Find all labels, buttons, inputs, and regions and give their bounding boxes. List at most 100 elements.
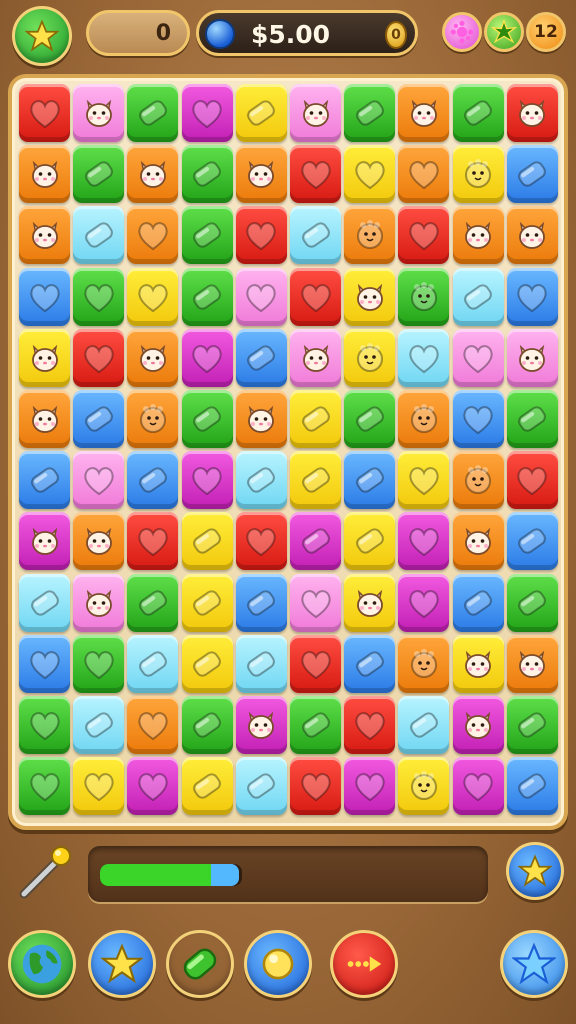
tile-green-gem[interactable] (181, 206, 233, 265)
globe-powerup-button[interactable] (8, 930, 76, 998)
tile-yellow-gem[interactable] (181, 757, 233, 816)
tile-red-heart[interactable] (235, 206, 287, 265)
tile-green-heart[interactable] (73, 267, 125, 326)
level-badge[interactable]: 12 (526, 12, 566, 52)
tile-pink-heart[interactable] (235, 267, 287, 326)
tile-yellow-cat[interactable] (344, 573, 396, 632)
tile-cyan-gem[interactable] (290, 206, 341, 265)
tile-blue-gem[interactable] (506, 512, 558, 571)
tile-orange-heart[interactable] (398, 145, 450, 204)
tile-cyan-gem[interactable] (127, 634, 179, 693)
gold-orb-powerup-button[interactable] (244, 930, 312, 998)
tile-cyan-gem[interactable] (452, 267, 504, 326)
tile-cyan-gem[interactable] (398, 696, 450, 754)
tile-yellow-cat[interactable] (344, 267, 396, 326)
tile-green-gem[interactable] (290, 696, 341, 754)
tile-blue-gem[interactable] (235, 328, 287, 387)
tile-green-gem[interactable] (181, 267, 233, 326)
tile-orange-chick[interactable] (344, 206, 396, 265)
tile-pink-cat[interactable] (290, 328, 341, 387)
tile-magenta-cat[interactable] (235, 696, 287, 754)
tile-cyan-gem[interactable] (235, 634, 287, 693)
bonus-star-button[interactable] (506, 842, 564, 900)
tile-orange-cat[interactable] (506, 634, 558, 693)
tile-cyan-gem[interactable] (19, 573, 70, 632)
tile-green-gem[interactable] (127, 573, 179, 632)
tile-yellow-gem[interactable] (290, 390, 341, 448)
tile-pink-cat[interactable] (290, 84, 341, 142)
tile-orange-heart[interactable] (127, 206, 179, 265)
big-star-powerup-button[interactable] (500, 930, 568, 998)
tile-orange-cat[interactable] (73, 512, 125, 571)
tile-magenta-heart[interactable] (452, 757, 504, 816)
tile-blue-heart[interactable] (452, 390, 504, 448)
tile-pink-heart[interactable] (73, 451, 125, 510)
tile-yellow-heart[interactable] (73, 757, 125, 816)
tile-green-gem[interactable] (506, 696, 558, 754)
tile-yellow-gem[interactable] (344, 512, 396, 571)
tile-orange-heart[interactable] (127, 696, 179, 754)
tile-pink-heart[interactable] (452, 328, 504, 387)
tile-blue-heart[interactable] (19, 634, 70, 693)
tile-red-heart[interactable] (398, 206, 450, 265)
tile-orange-chick[interactable] (398, 634, 450, 693)
tile-yellow-gem[interactable] (181, 573, 233, 632)
tile-green-gem[interactable] (127, 84, 179, 142)
tile-pink-cat[interactable] (506, 328, 558, 387)
tile-blue-gem[interactable] (73, 390, 125, 448)
tile-magenta-heart[interactable] (181, 328, 233, 387)
tile-orange-cat[interactable] (452, 512, 504, 571)
tile-pink-cat[interactable] (73, 84, 125, 142)
tile-orange-cat[interactable] (19, 206, 70, 265)
favorites-star-button[interactable] (12, 6, 72, 66)
tile-orange-cat[interactable] (235, 145, 287, 204)
tile-magenta-heart[interactable] (181, 84, 233, 142)
tile-green-heart[interactable] (19, 757, 70, 816)
tile-blue-gem[interactable] (344, 451, 396, 510)
tile-green-heart[interactable] (73, 634, 125, 693)
rocket-powerup-button[interactable] (330, 930, 398, 998)
tile-orange-chick[interactable] (127, 390, 179, 448)
tile-orange-cat[interactable] (398, 84, 450, 142)
tile-red-heart[interactable] (290, 267, 341, 326)
tile-green-gem[interactable] (181, 696, 233, 754)
tile-blue-gem[interactable] (235, 573, 287, 632)
tile-orange-cat[interactable] (506, 206, 558, 265)
pink-splat-button[interactable] (442, 12, 482, 52)
tile-yellow-gem[interactable] (290, 451, 341, 510)
tile-blue-gem[interactable] (452, 573, 504, 632)
green-splat-button[interactable] (484, 12, 524, 52)
tile-orange-cat[interactable] (19, 145, 70, 204)
tile-cyan-gem[interactable] (235, 757, 287, 816)
tile-blue-gem[interactable] (344, 634, 396, 693)
tile-magenta-heart[interactable] (398, 512, 450, 571)
tile-orange-cat[interactable] (452, 206, 504, 265)
tile-yellow-cat[interactable] (19, 328, 70, 387)
tile-yellow-chick[interactable] (398, 757, 450, 816)
tile-magenta-gem[interactable] (290, 512, 341, 571)
tile-red-cat[interactable] (506, 84, 558, 142)
tile-green-gem[interactable] (181, 390, 233, 448)
tile-yellow-gem[interactable] (181, 512, 233, 571)
tile-yellow-chick[interactable] (344, 328, 396, 387)
tile-yellow-gem[interactable] (235, 84, 287, 142)
star-powerup-button[interactable] (88, 930, 156, 998)
tile-red-heart[interactable] (73, 328, 125, 387)
tile-orange-chick[interactable] (398, 390, 450, 448)
tile-red-heart[interactable] (290, 757, 341, 816)
tile-green-gem[interactable] (181, 145, 233, 204)
tile-red-heart[interactable] (19, 84, 70, 142)
tile-yellow-chick[interactable] (452, 145, 504, 204)
tile-magenta-heart[interactable] (344, 757, 396, 816)
tile-green-chick[interactable] (398, 267, 450, 326)
tile-orange-cat[interactable] (127, 328, 179, 387)
tile-cyan-gem[interactable] (73, 696, 125, 754)
tile-blue-heart[interactable] (506, 267, 558, 326)
tile-magenta-heart[interactable] (398, 573, 450, 632)
tile-yellow-gem[interactable] (181, 634, 233, 693)
tile-cyan-gem[interactable] (235, 451, 287, 510)
tile-blue-gem[interactable] (506, 757, 558, 816)
tile-green-gem[interactable] (452, 84, 504, 142)
tile-green-gem[interactable] (506, 573, 558, 632)
money-display[interactable]: $5.00 0 (196, 10, 418, 56)
